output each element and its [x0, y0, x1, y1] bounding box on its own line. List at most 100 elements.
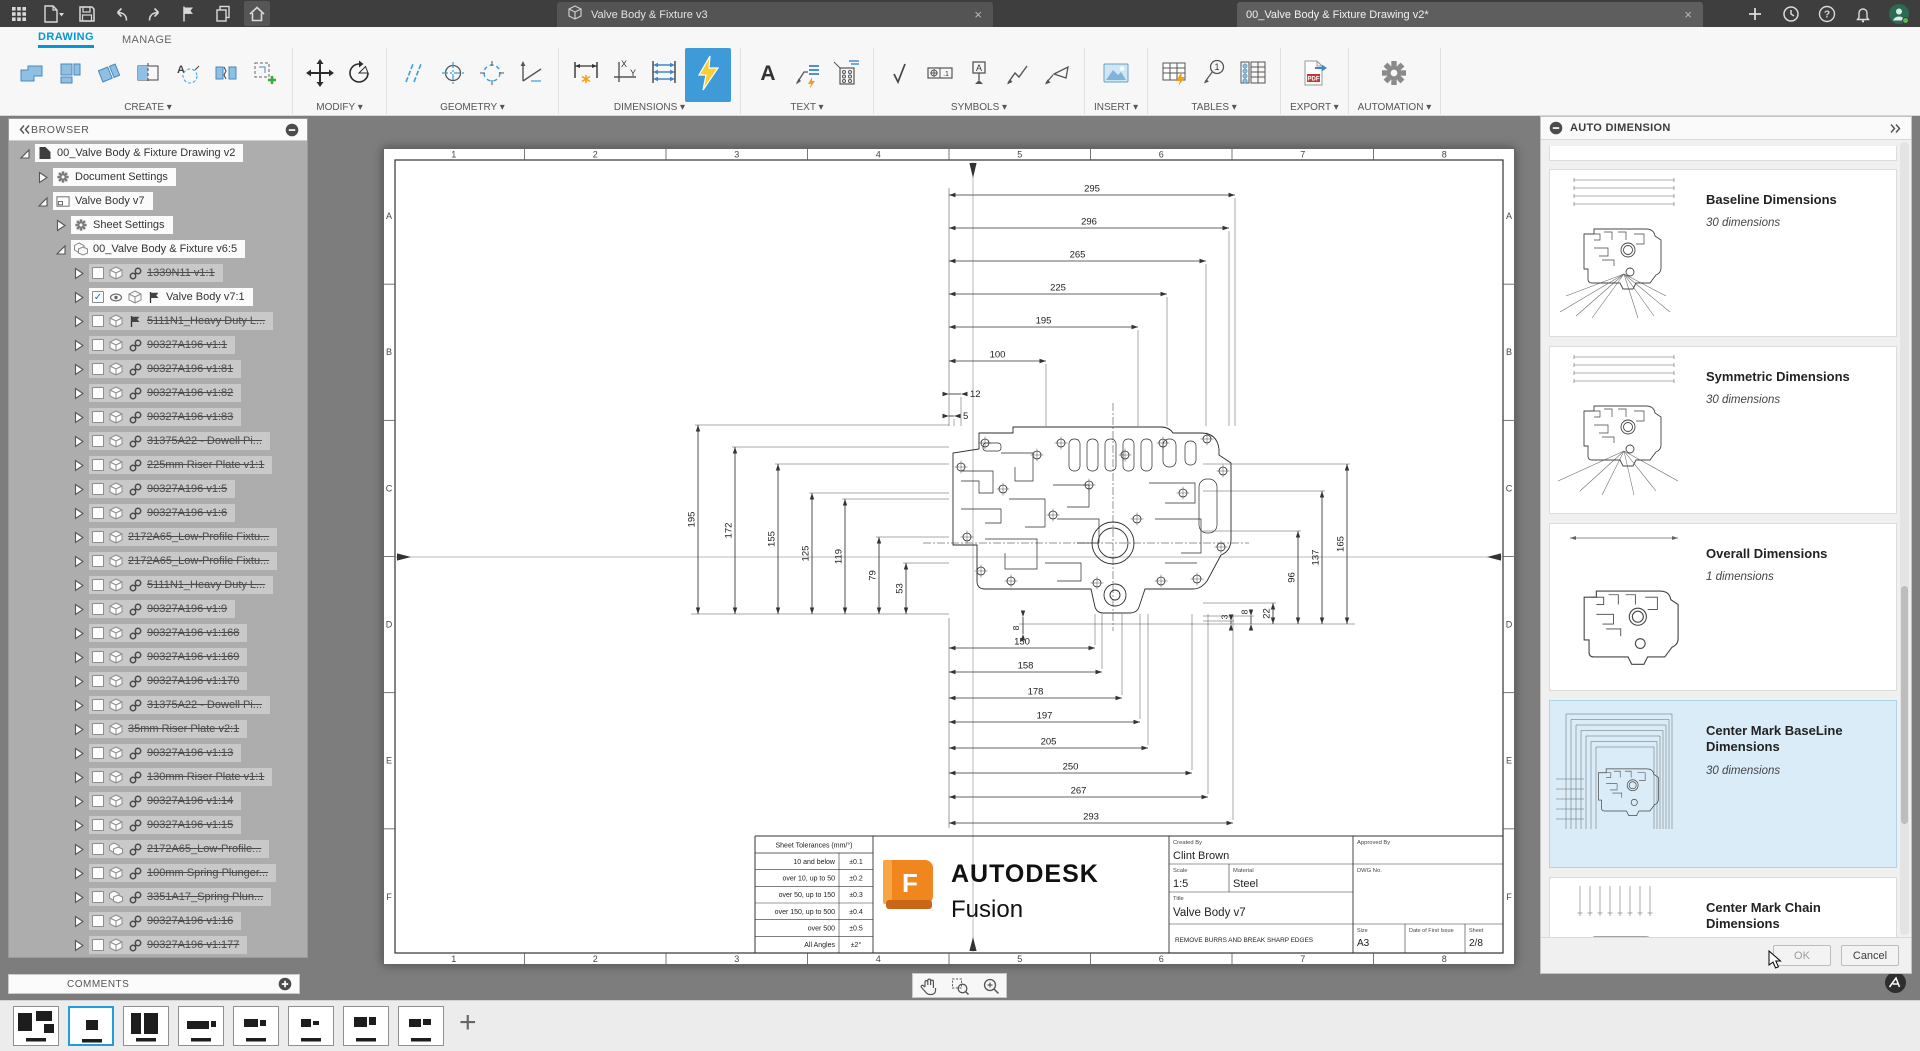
drawing-sheet[interactable]: 1122334455667788AABBCCDDEEFF295296265225…: [383, 148, 1515, 965]
browser-component-row[interactable]: 90327A196 v1:83: [9, 405, 307, 429]
section-view-tool[interactable]: [130, 52, 166, 98]
expand-triangle-icon[interactable]: [71, 650, 85, 664]
ribbon-group-label[interactable]: AUTOMATION ▾: [1358, 102, 1432, 113]
sheet-thumbnail-4[interactable]: [178, 1006, 224, 1046]
visibility-checkbox[interactable]: [92, 891, 104, 903]
expand-triangle-icon[interactable]: [71, 314, 85, 328]
browser-component-row[interactable]: 3351A17_Spring Plun...: [9, 885, 307, 909]
auxiliary-view-tool[interactable]: [91, 52, 127, 98]
browser-component-row[interactable]: ✓Valve Body v7:1: [9, 285, 307, 309]
zoom-icon[interactable]: [975, 974, 1006, 997]
sheet-thumbnail-7[interactable]: [343, 1006, 389, 1046]
expand-triangle-icon[interactable]: [71, 890, 85, 904]
sheet-thumbnail-5[interactable]: [233, 1006, 279, 1046]
visibility-checkbox[interactable]: [92, 339, 104, 351]
visibility-checkbox[interactable]: [92, 747, 104, 759]
minus-circle-icon[interactable]: [1549, 121, 1563, 135]
browser-component-row[interactable]: 90327A196 v1:168: [9, 621, 307, 645]
expand-triangle-icon[interactable]: [71, 266, 85, 280]
add-tab-icon[interactable]: [1742, 1, 1768, 26]
browser-component-row[interactable]: 35mm Riser Plate v2:1: [9, 717, 307, 741]
browser-component-row[interactable]: 90327A196 v1:170: [9, 669, 307, 693]
visibility-checkbox[interactable]: [92, 531, 104, 543]
eye-icon[interactable]: [109, 290, 123, 304]
browser-node[interactable]: Valve Body v7: [9, 189, 307, 213]
chevron-double-right-icon[interactable]: [1889, 121, 1903, 135]
surface-finish-tool[interactable]: [883, 52, 919, 98]
browser-component-row[interactable]: 225mm Riser Plate v1:1: [9, 453, 307, 477]
visibility-checkbox[interactable]: [92, 723, 104, 735]
visibility-checkbox[interactable]: [92, 363, 104, 375]
visibility-checkbox[interactable]: [92, 507, 104, 519]
close-icon[interactable]: ×: [972, 8, 984, 21]
center-mark-tool[interactable]: [435, 52, 471, 98]
break-view-tool[interactable]: [208, 52, 244, 98]
expand-triangle-icon[interactable]: [71, 842, 85, 856]
visibility-checkbox[interactable]: [92, 387, 104, 399]
chevron-double-left-icon[interactable]: [17, 123, 31, 137]
visibility-checkbox[interactable]: [92, 555, 104, 567]
document-tab[interactable]: 00_Valve Body & Fixture Drawing v2*×: [1237, 2, 1703, 27]
visibility-checkbox[interactable]: [92, 819, 104, 831]
cancel-button[interactable]: Cancel: [1841, 945, 1899, 966]
ribbon-group-label[interactable]: SYMBOLS ▾: [951, 102, 1007, 113]
browser-component-row[interactable]: 5111N1_Heavy Duty L...: [9, 309, 307, 333]
symbol-note-tool[interactable]: [828, 52, 864, 98]
parts-list-tool[interactable]: [1235, 52, 1271, 98]
dimension-tool[interactable]: [568, 52, 604, 98]
document-tab[interactable]: Valve Body & Fixture v3×: [557, 2, 993, 27]
visibility-checkbox[interactable]: [92, 915, 104, 927]
visibility-checkbox[interactable]: [92, 627, 104, 639]
apps-grid-icon[interactable]: [6, 1, 32, 26]
auto-dimension-card[interactable]: Overall Dimensions 1 dimensions: [1549, 523, 1897, 691]
expand-triangle-icon[interactable]: [71, 362, 85, 376]
base-view-tool[interactable]: [13, 52, 49, 98]
browser-component-row[interactable]: 90327A196 v1:169: [9, 645, 307, 669]
comments-bar[interactable]: COMMENTS: [8, 974, 300, 994]
visibility-checkbox[interactable]: [92, 699, 104, 711]
taper-tool[interactable]: [1039, 52, 1075, 98]
add-sheet-button[interactable]: +: [453, 1008, 483, 1044]
browser-node[interactable]: 00_Valve Body & Fixture Drawing v2: [9, 141, 307, 165]
sheet-thumbnail-8[interactable]: [398, 1006, 444, 1046]
sheet-thumbnail-6[interactable]: [288, 1006, 334, 1046]
ribbon-group-label[interactable]: TEXT ▾: [790, 102, 823, 113]
expand-triangle-icon[interactable]: [71, 506, 85, 520]
visibility-checkbox[interactable]: [92, 939, 104, 951]
browser-component-row[interactable]: 90327A196 v1:16: [9, 909, 307, 933]
sheet-thumbnail-3[interactable]: [123, 1006, 169, 1046]
browser-node[interactable]: Document Settings: [9, 165, 307, 189]
browser-component-row[interactable]: 90327A196 v1:81: [9, 357, 307, 381]
expand-triangle-icon[interactable]: [71, 554, 85, 568]
visibility-checkbox[interactable]: [92, 435, 104, 447]
visibility-checkbox[interactable]: [92, 579, 104, 591]
save-icon[interactable]: [74, 1, 100, 26]
sheet-thumbnail-2[interactable]: [68, 1006, 114, 1046]
expand-triangle-icon[interactable]: [71, 698, 85, 712]
text-tool[interactable]: A: [750, 52, 786, 98]
history-icon[interactable]: [1778, 1, 1804, 26]
help-icon[interactable]: ?: [1814, 1, 1840, 26]
ribbon-group-label[interactable]: EXPORT ▾: [1290, 102, 1339, 113]
browser-component-row[interactable]: 31375A22 - Dowell Pi...: [9, 429, 307, 453]
visibility-checkbox[interactable]: [92, 459, 104, 471]
leader-text-tool[interactable]: [789, 52, 825, 98]
collapse-triangle-icon[interactable]: [53, 242, 67, 256]
collapse-triangle-icon[interactable]: [35, 194, 49, 208]
rotate-tool[interactable]: [341, 52, 377, 98]
browser-component-row[interactable]: 2172A65_Low-Profile Fixtu...: [9, 525, 307, 549]
expand-triangle-icon[interactable]: [71, 386, 85, 400]
balloon-tool[interactable]: 1: [1196, 52, 1232, 98]
browser-component-row[interactable]: 90327A196 v1:9: [9, 597, 307, 621]
browser-component-row[interactable]: 2172A65_Low-Profile...: [9, 837, 307, 861]
browser-component-row[interactable]: 100mm Spring Plunger...: [9, 861, 307, 885]
browser-component-row[interactable]: 130mm Riser Plate v1:1: [9, 765, 307, 789]
expand-triangle-icon[interactable]: [71, 722, 85, 736]
visibility-checkbox[interactable]: [92, 795, 104, 807]
edge-symbol-tool[interactable]: [1000, 52, 1036, 98]
chain-dimension-tool[interactable]: [646, 52, 682, 98]
visibility-checkbox[interactable]: [92, 315, 104, 327]
auto-dimension-tool[interactable]: [685, 48, 731, 102]
visibility-checkbox[interactable]: [92, 267, 104, 279]
expand-triangle-icon[interactable]: [71, 770, 85, 784]
